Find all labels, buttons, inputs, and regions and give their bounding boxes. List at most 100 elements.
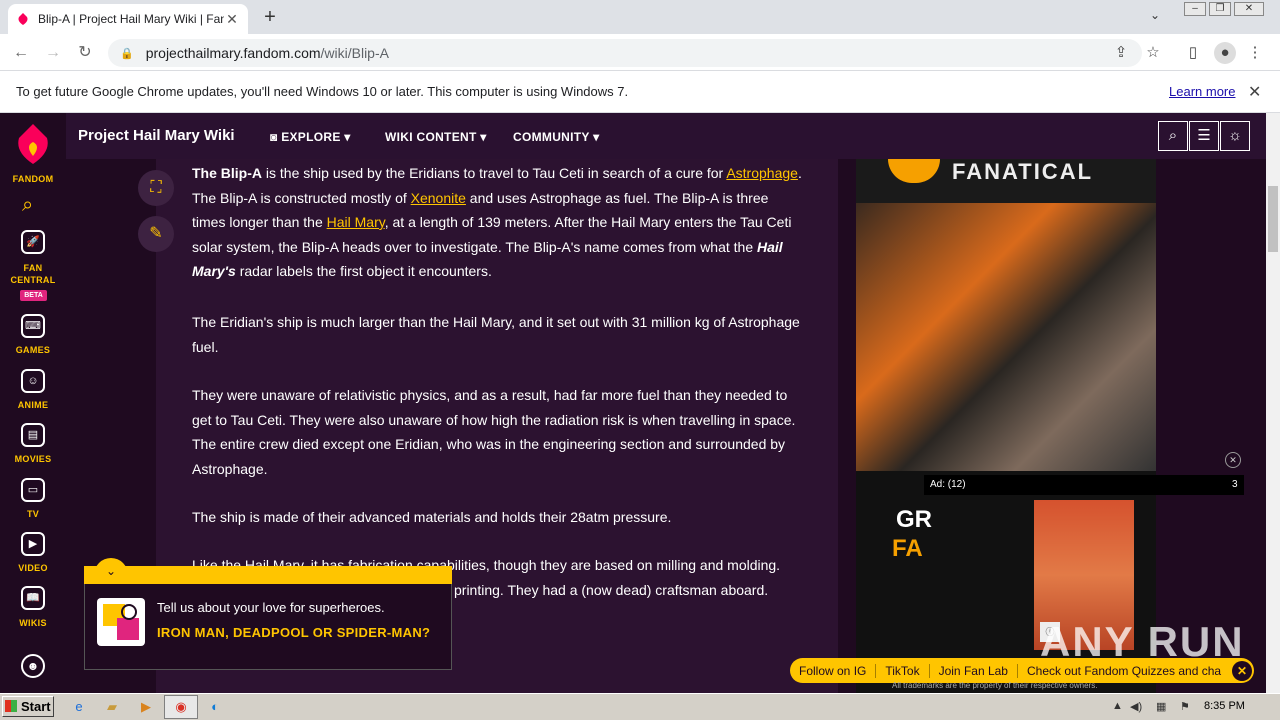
ad-game-image[interactable]: [856, 203, 1156, 471]
explore-icon: ◙: [270, 130, 282, 144]
taskbar-clock: 8:35 PM: [1204, 700, 1245, 712]
search-icon[interactable]: ⌕: [22, 194, 33, 217]
article-paragraph-5b: printing. They had a (now dead) craftsma…: [454, 582, 769, 598]
wiki-content-menu[interactable]: WIKI CONTENT ▾: [385, 130, 487, 144]
fandom-logo-icon[interactable]: [14, 120, 52, 168]
flag-icon[interactable]: ⚑: [1180, 700, 1190, 713]
wiki-header: [66, 113, 1266, 159]
edit-pencil-icon[interactable]: ✎: [138, 216, 174, 252]
movies-icon[interactable]: ▤: [21, 423, 45, 447]
nav-anime[interactable]: ANIME: [0, 400, 66, 410]
fandom-brand-label: FANDOM: [12, 174, 54, 184]
user-account-icon[interactable]: ☻: [21, 654, 45, 678]
quiz-answer-link[interactable]: IRON MAN, DEADPOOL OR SPIDER-MAN?: [157, 625, 437, 641]
tab-search-icon[interactable]: ⌄: [1150, 8, 1160, 22]
beta-badge: BETA: [20, 290, 47, 301]
link-hail-mary[interactable]: Hail Mary: [327, 214, 385, 230]
ie-icon[interactable]: e: [68, 697, 90, 717]
text: is the ship used by the Eridians to trav…: [262, 165, 727, 181]
gamepad-icon[interactable]: ⌨: [21, 314, 45, 338]
volume-icon[interactable]: ◀): [1130, 700, 1142, 713]
ad-countdown: 3: [1232, 479, 1238, 490]
chevron-down-icon: ▾: [340, 130, 351, 144]
tab-title: Blip-A | Project Hail Mary Wiki | Fandom: [38, 12, 224, 26]
nav-fan-central[interactable]: FAN CENTRAL: [0, 262, 66, 286]
infobar-message: To get future Google Chrome updates, you…: [16, 84, 629, 99]
network-icon[interactable]: ▦: [1156, 700, 1166, 713]
rocket-icon[interactable]: 🚀: [21, 230, 45, 254]
quiz-illustration-icon: [97, 598, 145, 646]
nav-tv[interactable]: TV: [0, 509, 66, 519]
chevron-down-icon: ▾: [476, 130, 487, 144]
ad-headline-1: GR: [896, 506, 932, 533]
bookmark-star-icon[interactable]: ☆: [1142, 42, 1164, 64]
reload-icon[interactable]: ↻: [74, 42, 96, 64]
new-tab-button[interactable]: +: [258, 6, 282, 28]
menu-icon[interactable]: ⋮: [1244, 42, 1266, 64]
wikis-book-icon[interactable]: 📖: [21, 586, 45, 610]
share-icon[interactable]: ⇪: [1110, 42, 1132, 64]
address-bar[interactable]: 🔒 projecthailmary.fandom.com/wiki/Blip-A: [108, 39, 1142, 67]
ad-headline-2: FA: [892, 535, 923, 562]
quiz-popup-header: [84, 566, 452, 584]
nav-wikis[interactable]: WIKIS: [0, 618, 66, 628]
link-xenonite[interactable]: Xenonite: [411, 190, 466, 206]
article-paragraph-3: They were unaware of relativistic physic…: [192, 387, 796, 477]
ad-logo-text: FANATICAL: [952, 159, 1094, 179]
social-bar: Follow on IG TikTok Join Fan Lab Check o…: [790, 658, 1254, 683]
discussions-icon[interactable]: ☰: [1189, 121, 1219, 151]
text: radar labels the first object it encount…: [235, 263, 492, 279]
close-tab-icon[interactable]: ✕: [224, 11, 240, 28]
trademark-notice: All trademarks are the property of their…: [892, 681, 1098, 690]
nav-games[interactable]: GAMES: [0, 345, 66, 355]
video-play-icon[interactable]: ▶: [21, 532, 45, 556]
article-paragraph-1: The Blip-A is the ship used by the Eridi…: [192, 161, 802, 284]
media-player-icon[interactable]: ▶: [135, 697, 157, 717]
scrollbar-thumb[interactable]: [1268, 186, 1278, 252]
fan-lab-link[interactable]: Join Fan Lab: [930, 663, 1018, 678]
explore-label: EXPLORE: [281, 130, 341, 144]
profile-icon[interactable]: ●: [1214, 42, 1236, 64]
quiz-question: Tell us about your love for superheroes.: [157, 600, 385, 615]
restore-icon[interactable]: ❐: [1209, 2, 1231, 16]
browser-tab[interactable]: Blip-A | Project Hail Mary Wiki | Fandom…: [8, 4, 248, 34]
anime-icon[interactable]: ☺: [21, 369, 45, 393]
ad-close-icon[interactable]: ✕: [1225, 452, 1241, 468]
wiki-title[interactable]: Project Hail Mary Wiki: [78, 127, 235, 144]
quizzes-link[interactable]: Check out Fandom Quizzes and cha: [1018, 664, 1230, 678]
community-menu[interactable]: COMMUNITY ▾: [513, 130, 599, 144]
nav-video[interactable]: VIDEO: [0, 563, 66, 573]
explore-menu[interactable]: ◙ EXPLORE ▾: [270, 130, 351, 144]
collapse-chevron-icon[interactable]: ⌄: [94, 558, 128, 584]
wiki-search-icon[interactable]: ⌕: [1158, 121, 1188, 151]
side-panel-icon[interactable]: ▯: [1182, 42, 1204, 64]
ad-label: Ad: (12): [930, 479, 966, 490]
tv-icon[interactable]: ▭: [21, 478, 45, 502]
back-icon[interactable]: ←: [10, 42, 32, 64]
minimize-icon[interactable]: –: [1184, 2, 1206, 16]
expand-icon[interactable]: ⛶: [138, 170, 174, 206]
wiki-content-label: WIKI CONTENT: [385, 130, 477, 144]
infobar-close-icon[interactable]: ✕: [1248, 82, 1261, 102]
forward-icon[interactable]: →: [42, 42, 64, 64]
learn-more-link[interactable]: Learn more: [1169, 84, 1235, 99]
update-infobar: To get future Google Chrome updates, you…: [0, 71, 1280, 113]
nav-movies[interactable]: MOVIES: [0, 454, 66, 464]
tiktok-link[interactable]: TikTok: [876, 663, 930, 678]
url-path: /wiki/Blip-A: [320, 45, 389, 61]
url-host: projecthailmary.fandom.com: [145, 45, 321, 61]
edge-icon[interactable]: ◐: [204, 697, 226, 717]
tray-expand-icon[interactable]: ▲: [1112, 700, 1123, 712]
fandom-favicon-icon: [18, 13, 28, 25]
article-paragraph-4: The ship is made of their advanced mater…: [192, 509, 672, 525]
chrome-icon: ◉: [175, 699, 187, 714]
chevron-down-icon: ▾: [589, 130, 600, 144]
lock-icon: 🔒: [120, 47, 134, 60]
close-window-icon[interactable]: ✕: [1234, 2, 1264, 16]
community-label: COMMUNITY: [513, 130, 590, 144]
follow-ig-link[interactable]: Follow on IG: [790, 663, 877, 678]
theme-toggle-icon[interactable]: ☼: [1220, 121, 1250, 151]
link-astrophage[interactable]: Astrophage: [726, 165, 798, 181]
folder-icon[interactable]: ▰: [101, 697, 123, 717]
social-bar-close-icon[interactable]: ✕: [1232, 661, 1252, 681]
